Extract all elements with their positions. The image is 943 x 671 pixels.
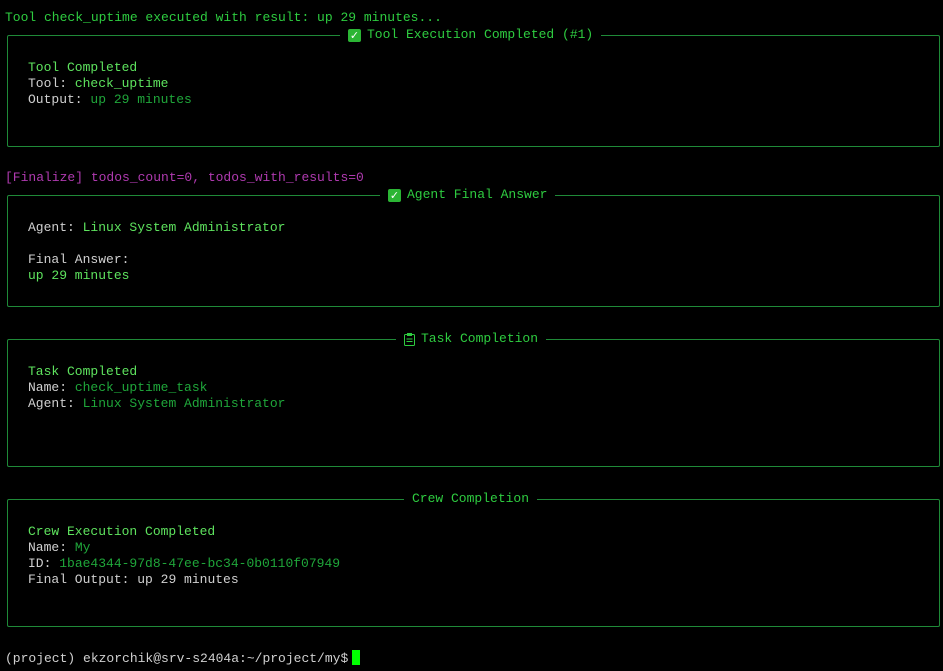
crew-completed-heading: Crew Execution Completed [28,524,216,539]
task-completion-title-text: Task Completion [421,331,539,346]
check-mark-icon: ✓ [388,188,401,202]
tool-execution-title-text: Tool Execution Completed (#1) [367,27,594,42]
tool-execution-panel-title: ✓ Tool Execution Completed (#1) [340,27,602,43]
check-mark-icon: ✓ [348,28,361,42]
crew-id-value: 1bae4344-97d8-47ee-bc34-0b0110f07949 [59,556,341,571]
tool-result-log-line: Tool check_uptime executed with result: … [5,10,442,25]
task-agent-label: Agent: [28,396,75,411]
output-value: up 29 minutes [90,92,192,107]
crew-completion-body: Crew Execution Completed Name: My ID: 1b… [28,524,340,588]
final-answer-label: Final Answer: [28,252,130,267]
crew-completion-panel: Crew Completion Crew Execution Completed… [7,491,940,627]
tool-completed-heading: Tool Completed [28,60,138,75]
crew-output-value: up 29 minutes [137,572,239,587]
crew-id-label: ID: [28,556,52,571]
tool-label: Tool: [28,76,68,91]
agent-value: Linux System Administrator [82,220,286,235]
task-completion-panel-title: Task Completion [396,331,547,347]
crew-completion-panel-title: Crew Completion [404,491,538,507]
shell-prompt-line[interactable]: (project) ekzorchik@srv-s2404a:~/project… [5,650,361,667]
agent-final-answer-body: Agent: Linux System Administrator Final … [28,220,285,284]
agent-label: Agent: [28,220,75,235]
task-completion-panel: Task Completion Task Completed Name: che… [7,331,940,467]
crew-output-label: Final Output: [28,572,130,587]
task-completion-body: Task Completed Name: check_uptime_task A… [28,364,285,412]
finalize-log-line: [Finalize] todos_count=0, todos_with_res… [5,170,364,185]
task-name-label: Name: [28,380,68,395]
agent-final-answer-title-text: Agent Final Answer [407,187,548,202]
crew-completion-title-text: Crew Completion [412,491,530,506]
task-completed-heading: Task Completed [28,364,138,379]
agent-final-answer-panel: ✓ Agent Final Answer Agent: Linux System… [7,187,940,307]
shell-prompt: (project) ekzorchik@srv-s2404a:~/project… [5,651,349,666]
agent-final-answer-panel-title: ✓ Agent Final Answer [380,187,556,203]
task-name-value: check_uptime_task [74,380,208,395]
final-answer-value: up 29 minutes [28,268,130,283]
clipboard-icon [404,332,415,346]
crew-name-value: My [74,540,91,555]
output-label: Output: [28,92,83,107]
terminal-cursor[interactable] [352,650,361,665]
tool-execution-panel: ✓ Tool Execution Completed (#1) Tool Com… [7,27,940,147]
crew-name-label: Name: [28,540,68,555]
tool-value: check_uptime [74,76,169,91]
task-agent-value: Linux System Administrator [82,396,286,411]
tool-execution-body: Tool Completed Tool: check_uptime Output… [28,60,192,108]
